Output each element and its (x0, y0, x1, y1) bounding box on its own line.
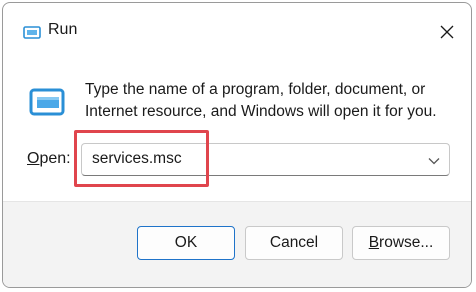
open-label-text: pen: (39, 150, 71, 167)
open-label: Open: (27, 150, 71, 168)
ok-button[interactable]: OK (137, 226, 235, 260)
browse-label: rowse... (379, 234, 434, 251)
button-bar: OK Cancel Browse... (3, 201, 471, 287)
open-label-accelerator: O (27, 150, 40, 167)
cancel-button[interactable]: Cancel (245, 226, 343, 260)
close-button[interactable] (435, 20, 459, 44)
open-combobox[interactable]: services.msc (81, 143, 450, 176)
browse-accelerator: B (368, 234, 380, 251)
instruction-text: Type the name of a program, folder, docu… (85, 81, 437, 120)
dropdown-button[interactable] (427, 154, 441, 166)
chevron-down-icon (428, 158, 440, 165)
run-app-icon (23, 23, 41, 41)
close-icon (440, 25, 454, 39)
browse-button[interactable]: Browse... (352, 226, 450, 260)
title-bar: Run (3, 3, 471, 61)
run-dialog: Run Type the name of a program, folder, … (2, 2, 472, 288)
open-input[interactable]: services.msc (92, 150, 182, 168)
run-program-icon (27, 87, 67, 117)
window-title: Run (48, 21, 78, 38)
